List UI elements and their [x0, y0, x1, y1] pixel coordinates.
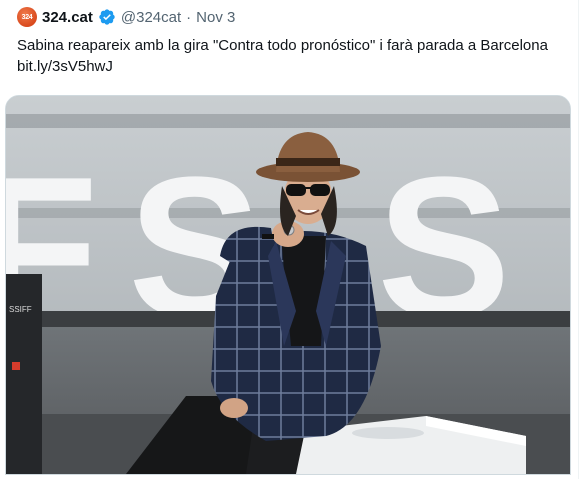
photo-illustration: FS.S SSIFF [6, 96, 570, 474]
display-name[interactable]: 324.cat [42, 9, 93, 26]
tweet-text: Sabina reapareix amb la gira "Contra tod… [17, 35, 572, 77]
separator-dot: · [186, 8, 192, 26]
tweet-body: Sabina reapareix amb la gira "Contra tod… [17, 37, 548, 54]
avatar-logo-text: 324 [21, 13, 33, 21]
tweet-date[interactable]: Nov 3 [196, 9, 235, 26]
tweet-header: 324 324.cat @324cat · Nov 3 [17, 6, 235, 28]
tweet-link[interactable]: bit.ly/3sV5hwJ [17, 58, 113, 75]
timeline-border [578, 0, 579, 479]
handle[interactable]: @324cat [121, 9, 181, 26]
verified-badge-icon [99, 9, 115, 25]
sign-text: SSIFF [9, 305, 32, 314]
tweet-card[interactable]: 324 324.cat @324cat · Nov 3 Sabina reapa… [0, 0, 586, 479]
avatar[interactable]: 324 [17, 7, 37, 27]
tweet-photo[interactable]: FS.S SSIFF [5, 95, 571, 475]
